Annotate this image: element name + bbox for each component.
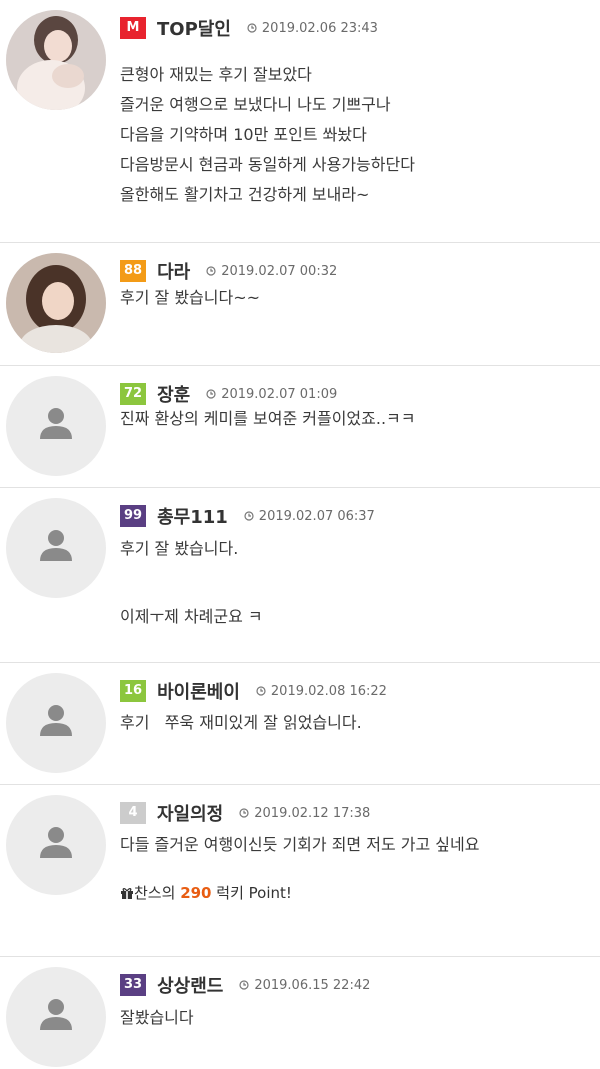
avatar[interactable] [6, 376, 106, 476]
comment-line: 올한해도 활기차고 건강하게 보내라~ [120, 185, 370, 204]
avatar[interactable] [6, 795, 106, 895]
nickname[interactable]: 총무111 [157, 503, 228, 529]
comment-item: M TOP달인 2019.02.06 23:43 큰형아 재밌는 후기 잘보았다… [0, 0, 600, 243]
date-text: 2019.02.06 23:43 [261, 20, 378, 36]
comment-line: 진짜 환상의 케미를 보여준 커플이었죠..ㅋㅋ [120, 409, 416, 428]
comment-body: 큰형아 재밌는 후기 잘보았다 즐거운 여행으로 보냈다니 나도 기쁘구나 다음… [120, 60, 600, 210]
comment-date: 2019.06.15 22:42 [239, 978, 370, 993]
point-suffix: 럭키 Point! [216, 884, 292, 902]
user-icon [40, 705, 72, 736]
date-text: 2019.02.12 17:38 [254, 805, 371, 821]
user-icon [40, 408, 72, 439]
comment-spacer [120, 564, 600, 602]
date-text: 2019.06.15 22:42 [254, 977, 371, 993]
avatar[interactable] [6, 967, 106, 1067]
comment-date: 2019.02.08 16:22 [256, 684, 387, 699]
point-prefix: 찬스의 [134, 884, 176, 902]
date-text: 2019.02.07 00:32 [221, 263, 338, 279]
nickname[interactable]: 바이론베이 [157, 678, 240, 704]
level-badge: M [120, 17, 146, 39]
comment-date: 2019.02.07 01:09 [206, 387, 337, 402]
level-badge: 4 [120, 802, 146, 824]
comment-item: 33 상상랜드 2019.06.15 22:42 잘봤습니다 [0, 957, 600, 1067]
avatar[interactable] [6, 673, 106, 773]
clock-icon [256, 686, 266, 696]
comment-item: 16 바이론베이 2019.02.08 16:22 후기 쭈욱 재미있게 잘 읽… [0, 663, 600, 785]
lucky-point: 찬스의 290 럭키 Point! [120, 882, 600, 903]
date-text: 2019.02.07 06:37 [258, 508, 375, 524]
comment-line: 후기 쭈욱 재미있게 잘 읽었습니다. [120, 713, 362, 732]
comment-body: 진짜 환상의 케미를 보여준 커플이었죠..ㅋㅋ [120, 404, 600, 434]
gift-icon [121, 888, 133, 899]
date-text: 2019.02.08 16:22 [270, 683, 387, 699]
date-text: 2019.02.07 01:09 [221, 386, 338, 402]
nickname[interactable]: 다라 [157, 258, 190, 284]
level-badge: 72 [120, 383, 147, 405]
comment-line: 이제ㅜ제 차례군요 ㅋ [120, 607, 263, 626]
comment-date: 2019.02.07 00:32 [206, 264, 337, 279]
clock-icon [244, 511, 254, 521]
clock-icon [206, 266, 216, 276]
avatar[interactable] [6, 10, 106, 110]
comment-date: 2019.02.06 23:43 [247, 21, 378, 36]
comment-date: 2019.02.12 17:38 [239, 806, 370, 821]
comment-line: 후기 잘 봤습니다~~ [120, 288, 261, 307]
comment-body: 잘봤습니다 [120, 1003, 600, 1033]
comment-line: 큰형아 재밌는 후기 잘보았다 [120, 65, 312, 84]
avatar[interactable] [6, 498, 106, 598]
comment-date: 2019.02.07 06:37 [244, 509, 375, 524]
comment-item: 99 총무111 2019.02.07 06:37 후기 잘 봤습니다. 이제ㅜ… [0, 488, 600, 663]
comment-item: 88 다라 2019.02.07 00:32 후기 잘 봤습니다~~ [0, 243, 600, 366]
comment-line: 다음방문시 현금과 동일하게 사용가능하단다 [120, 155, 415, 174]
level-badge: 33 [120, 974, 147, 996]
nickname[interactable]: 상상랜드 [157, 972, 223, 998]
level-badge: 88 [120, 260, 147, 282]
nickname[interactable]: TOP달인 [157, 15, 231, 41]
point-value: 290 [180, 884, 212, 902]
comment-item: 72 장훈 2019.02.07 01:09 진짜 환상의 케미를 보여준 커플… [0, 366, 600, 488]
comment-line: 잘봤습니다 [120, 1008, 194, 1027]
comment-body: 후기 쭈욱 재미있게 잘 읽었습니다. [120, 708, 600, 738]
comment-body: 후기 잘 봤습니다. 이제ㅜ제 차례군요 ㅋ [120, 534, 600, 632]
level-badge: 16 [120, 680, 147, 702]
comment-line: 즐거운 여행으로 보냈다니 나도 기쁘구나 [120, 95, 391, 114]
comment-line: 후기 잘 봤습니다. [120, 539, 239, 558]
user-icon [40, 827, 72, 858]
clock-icon [239, 980, 249, 990]
comment-line: 다음을 기약하며 10만 포인트 쏴놨다 [120, 125, 367, 144]
avatar[interactable] [6, 253, 106, 353]
clock-icon [239, 808, 249, 818]
clock-icon [206, 389, 216, 399]
nickname[interactable]: 자일의정 [157, 800, 223, 826]
clock-icon [247, 23, 257, 33]
comment-body: 후기 잘 봤습니다~~ [120, 283, 600, 313]
comment-item: 4 자일의정 2019.02.12 17:38 다들 즐거운 여행이신듯 기회가… [0, 785, 600, 957]
comment-body: 다들 즐거운 여행이신듯 기회가 죄면 저도 가고 싶네요 찬스의 290 럭키… [120, 830, 600, 903]
level-badge: 99 [120, 505, 147, 527]
user-icon [40, 999, 72, 1030]
user-icon [40, 530, 72, 561]
comment-line: 다들 즐거운 여행이신듯 기회가 죄면 저도 가고 싶네요 [120, 835, 480, 854]
